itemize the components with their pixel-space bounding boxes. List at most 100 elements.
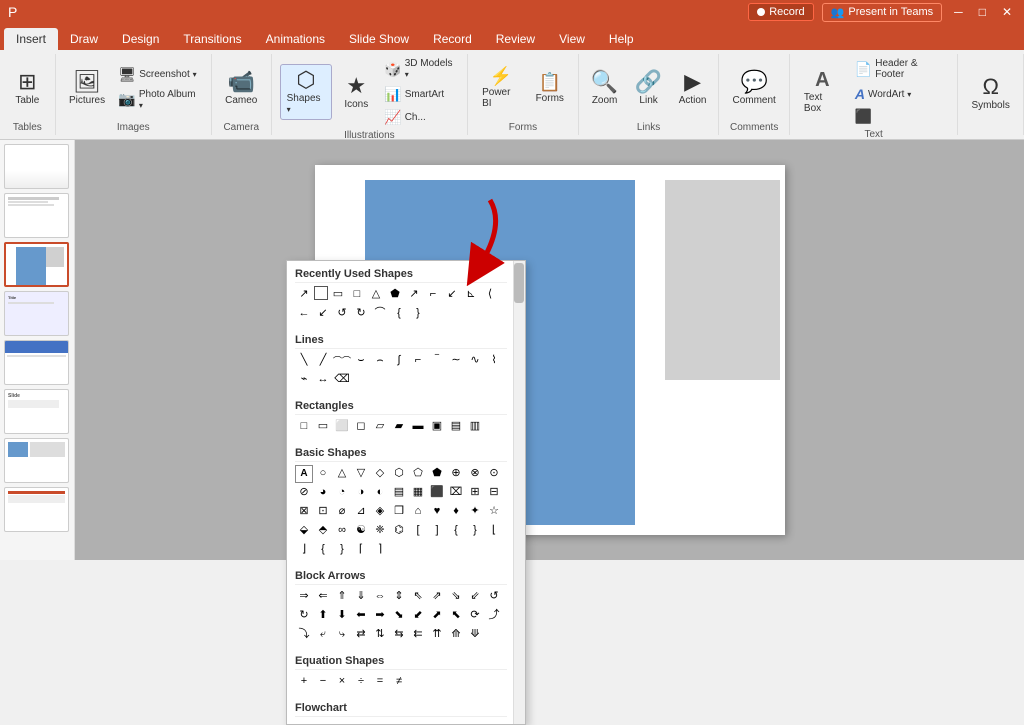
shape-item[interactable]: + <box>295 673 313 691</box>
shape-item[interactable]: ⊘ <box>295 484 313 502</box>
shape-item[interactable]: ╲ <box>295 352 313 370</box>
shape-item[interactable]: ◑ <box>352 484 370 502</box>
shape-item[interactable]: ▣ <box>428 418 446 436</box>
photo-album-button[interactable]: 📷 Photo Album ▾ <box>114 87 202 113</box>
shape-item[interactable]: ▭ <box>314 418 332 436</box>
shape-item[interactable]: □ <box>348 286 366 304</box>
shape-item[interactable]: ◇ <box>371 465 389 483</box>
shape-item[interactable]: ↔ <box>314 371 332 389</box>
window-minimize[interactable]: ─ <box>950 5 967 19</box>
shape-item[interactable]: ⇗ <box>428 588 446 606</box>
shape-item[interactable]: ⌐ <box>409 352 427 370</box>
shape-item[interactable]: ◕ <box>314 484 332 502</box>
shape-item[interactable]: ◻ <box>352 418 370 436</box>
shape-item[interactable]: ⊠ <box>295 503 313 521</box>
shape-item[interactable]: ↺ <box>485 588 503 606</box>
shape-item[interactable]: ] <box>428 522 446 540</box>
shape-item[interactable]: ⇖ <box>409 588 427 606</box>
shape-item[interactable]: ⌒ <box>371 305 389 323</box>
scrollbar-thumb[interactable] <box>514 263 524 303</box>
shape-item[interactable]: × <box>333 673 351 691</box>
shape-item[interactable]: ◐ <box>371 484 389 502</box>
shape-item[interactable]: ⇇ <box>409 626 427 644</box>
shape-item[interactable]: ⤶ <box>314 626 332 644</box>
shape-item[interactable]: ⤷ <box>333 626 351 644</box>
tab-animations[interactable]: Animations <box>254 28 337 50</box>
shape-item[interactable]: ➡ <box>371 607 389 625</box>
smartart-button[interactable]: 📊 SmartArt <box>380 84 459 105</box>
shape-item[interactable]: ⇙ <box>466 588 484 606</box>
shape-item[interactable]: ⬊ <box>390 607 408 625</box>
screenshot-button[interactable]: 🖥 Screenshot ▾ <box>114 64 202 85</box>
table-button[interactable]: ⊞ Table <box>7 67 47 110</box>
shape-item[interactable]: ❒ <box>390 503 408 521</box>
shape-item[interactable]: ∿ <box>466 352 484 370</box>
window-maximize[interactable]: □ <box>975 5 990 19</box>
shape-item[interactable]: ◈ <box>371 503 389 521</box>
shape-item[interactable]: ⇘ <box>447 588 465 606</box>
shape-item[interactable]: ⟳ <box>466 607 484 625</box>
shape-item[interactable]: ⊕ <box>447 465 465 483</box>
shape-item[interactable]: ✦ <box>466 503 484 521</box>
shape-item[interactable]: ↙ <box>443 286 461 304</box>
shape-item[interactable]: } <box>333 541 351 559</box>
shapes-button[interactable]: ⬡ Shapes ▾ <box>280 64 333 120</box>
zoom-button[interactable]: 🔍 Zoom <box>585 67 625 110</box>
shape-item[interactable]: } <box>466 522 484 540</box>
powerbi-button[interactable]: ⚡ Power BI <box>476 63 526 113</box>
shape-item[interactable]: ❈ <box>371 522 389 540</box>
tab-review[interactable]: Review <box>484 28 547 50</box>
tab-record[interactable]: Record <box>421 28 484 50</box>
shape-item[interactable]: ⌒⌒ <box>333 352 351 370</box>
shape-item[interactable]: ╱ <box>314 352 332 370</box>
shape-item[interactable]: ⬟ <box>428 465 446 483</box>
shape-item[interactable]: ≠ <box>390 673 408 691</box>
tab-slideshow[interactable]: Slide Show <box>337 28 421 50</box>
shape-item[interactable]: ⬛ <box>428 484 446 502</box>
shape-item[interactable]: ⬈ <box>428 607 446 625</box>
shape-item[interactable]: ⇈ <box>428 626 446 644</box>
slide-thumb-2[interactable] <box>4 193 69 238</box>
shape-item[interactable]: ⤵ <box>295 626 313 644</box>
shape-item[interactable]: ⟱ <box>466 626 484 644</box>
shape-item[interactable]: ∞ <box>333 522 351 540</box>
tab-design[interactable]: Design <box>110 28 171 50</box>
tab-draw[interactable]: Draw <box>58 28 110 50</box>
shapes-scrollbar[interactable] <box>513 261 525 724</box>
link-button[interactable]: 🔗 Link <box>629 67 669 110</box>
slide-thumb-8[interactable] <box>4 487 69 532</box>
shape-item[interactable]: ⊞ <box>466 484 484 502</box>
more-text-button[interactable]: ⬛ <box>851 106 950 127</box>
shape-item[interactable]: ⊟ <box>485 484 503 502</box>
shape-item[interactable]: ⬆ <box>314 607 332 625</box>
shape-item[interactable]: ⬘ <box>314 522 332 540</box>
slide-thumb-7[interactable] <box>4 438 69 483</box>
shape-item[interactable]: ⌂ <box>409 503 427 521</box>
textbox-button[interactable]: A Text Box <box>798 66 847 118</box>
tab-help[interactable]: Help <box>597 28 646 50</box>
shape-item[interactable]: ▽ <box>352 465 370 483</box>
slide-thumb-5[interactable] <box>4 340 69 385</box>
shape-item[interactable]: ⌣ <box>352 352 370 370</box>
shape-item[interactable]: ↗ <box>295 286 313 304</box>
tab-transitions[interactable]: Transitions <box>171 28 253 50</box>
shape-item[interactable]: ⤴ <box>485 607 503 625</box>
shape-item[interactable]: ⇔ <box>371 588 389 606</box>
shape-item[interactable]: ⌉ <box>371 541 389 559</box>
shape-item[interactable]: ⬠ <box>409 465 427 483</box>
shape-item[interactable]: ▦ <box>409 484 427 502</box>
slide-thumb-1[interactable] <box>4 144 69 189</box>
shape-item[interactable]: ▱ <box>371 418 389 436</box>
window-close[interactable]: ✕ <box>998 5 1016 19</box>
shape-item[interactable]: ⇑ <box>333 588 351 606</box>
shape-item[interactable]: ⬋ <box>409 607 427 625</box>
comment-button[interactable]: 💬 Comment <box>726 67 781 110</box>
shape-item[interactable]: ▭ <box>329 286 347 304</box>
shape-item[interactable]: ∼ <box>447 352 465 370</box>
shape-item[interactable]: ⇆ <box>390 626 408 644</box>
shape-item[interactable]: ⌀ <box>333 503 351 521</box>
shape-item[interactable]: ⊗ <box>466 465 484 483</box>
headerfooter-button[interactable]: 📄 Header & Footer <box>851 56 950 82</box>
shape-item[interactable]: ⬙ <box>295 522 313 540</box>
shape-item[interactable]: ⌧ <box>447 484 465 502</box>
